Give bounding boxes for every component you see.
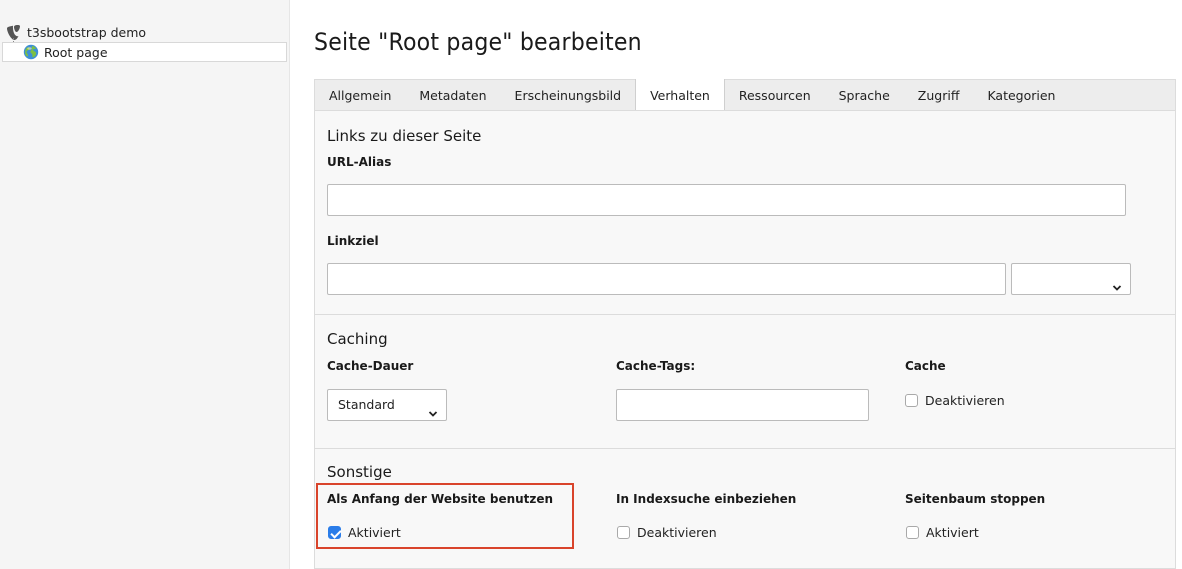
tab-sprache[interactable]: Sprache: [825, 80, 904, 112]
tab-bar: Allgemein Metadaten Erscheinungsbild Ver…: [314, 79, 1176, 112]
tab-allgemein[interactable]: Allgemein: [315, 80, 405, 112]
seitenbaum-stoppen-checkbox-label: Aktiviert: [926, 525, 979, 540]
linkziel-label: Linkziel: [327, 234, 379, 248]
linkziel-select[interactable]: [1011, 263, 1131, 295]
seitenbaum-stoppen-option[interactable]: Aktiviert: [906, 525, 979, 540]
cache-deaktivieren-option[interactable]: Deaktivieren: [905, 393, 1005, 408]
chevron-down-icon: [1112, 274, 1122, 291]
tree-node-label: Root page: [44, 44, 108, 60]
cache-tags-label: Cache-Tags:: [616, 359, 696, 373]
highlight-annotation-box: [316, 483, 574, 549]
cache-deaktivieren-checkbox[interactable]: [905, 394, 918, 407]
cache-tags-input[interactable]: [616, 389, 869, 421]
tab-erscheinungsbild[interactable]: Erscheinungsbild: [501, 80, 636, 112]
chevron-down-icon: [428, 400, 438, 417]
indexsuche-label: In Indexsuche einbeziehen: [616, 492, 797, 506]
globe-icon: [23, 44, 39, 60]
tab-kategorien[interactable]: Kategorien: [973, 80, 1069, 112]
tab-zugriff[interactable]: Zugriff: [904, 80, 974, 112]
url-alias-input[interactable]: [327, 184, 1126, 216]
tree-root-label: t3sbootstrap demo: [27, 25, 147, 40]
url-alias-label: URL-Alias: [327, 155, 392, 169]
tab-verhalten[interactable]: Verhalten: [635, 79, 725, 112]
caching-section: Caching Cache-Dauer Standard Cache-Tags:…: [315, 315, 1175, 449]
tab-metadaten[interactable]: Metadaten: [405, 80, 500, 112]
indexsuche-deaktivieren-label: Deaktivieren: [637, 525, 717, 540]
cache-dauer-label: Cache-Dauer: [327, 359, 414, 373]
linkziel-input[interactable]: [327, 263, 1006, 295]
page-tree: t3sbootstrap demo Root page: [0, 0, 290, 569]
page-title: Seite "Root page" bearbeiten: [314, 28, 642, 56]
indexsuche-deaktivieren-option[interactable]: Deaktivieren: [617, 525, 717, 540]
sonstige-heading: Sonstige: [327, 463, 392, 481]
cache-dauer-value: Standard: [338, 397, 395, 412]
cache-dauer-select[interactable]: Standard: [327, 389, 447, 421]
cache-deaktivieren-label: Deaktivieren: [925, 393, 1005, 408]
tree-root-item[interactable]: t3sbootstrap demo: [6, 24, 146, 41]
cache-label: Cache: [905, 359, 946, 373]
indexsuche-deaktivieren-checkbox[interactable]: [617, 526, 630, 539]
seitenbaum-stoppen-label: Seitenbaum stoppen: [905, 492, 1046, 506]
links-section: Links zu dieser Seite URL-Alias Linkziel: [315, 111, 1175, 315]
caching-heading: Caching: [327, 330, 388, 348]
links-heading: Links zu dieser Seite: [327, 127, 482, 145]
seitenbaum-stoppen-checkbox[interactable]: [906, 526, 919, 539]
tree-node-root-page[interactable]: Root page: [2, 42, 287, 62]
tab-ressourcen[interactable]: Ressourcen: [725, 80, 825, 112]
